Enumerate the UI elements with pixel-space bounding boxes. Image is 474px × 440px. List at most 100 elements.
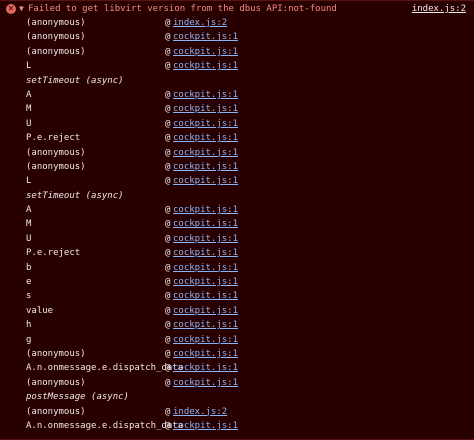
stack-trace: (anonymous) @ index.js:2 (anonymous) @ cockpi… — [0, 16, 474, 433]
at-symbol: @ — [165, 262, 171, 273]
at-symbol: @ — [165, 32, 171, 43]
stack-frame-row: U @ cockpit.js:1 — [0, 232, 474, 246]
function-name: (anonymous) — [26, 46, 86, 57]
stack-frame-row: P.e.reject @ cockpit.js:1 — [0, 131, 474, 145]
function-name: (anonymous) — [26, 406, 86, 417]
at-symbol: @ — [165, 89, 171, 100]
source-link[interactable]: cockpit.js:1 — [173, 30, 238, 44]
function-name: b — [26, 262, 32, 273]
source-link[interactable]: index.js:2 — [173, 405, 227, 419]
source-link[interactable]: cockpit.js:1 — [173, 203, 238, 217]
source-link[interactable]: cockpit.js:1 — [173, 419, 238, 433]
stack-frame-row: M @ cockpit.js:1 — [0, 102, 474, 116]
stack-frame-row: L @ cockpit.js:1 — [0, 174, 474, 188]
stack-frame-row: L @ cockpit.js:1 — [0, 59, 474, 73]
function-name: (anonymous) — [26, 18, 86, 28]
function-name: (anonymous) — [26, 32, 86, 43]
function-name: M — [26, 104, 32, 115]
stack-frame-row: (anonymous) @ index.js:2 — [0, 405, 474, 419]
source-link[interactable]: cockpit.js:1 — [173, 59, 238, 73]
stack-frame-row: A.n.onmessage.e.dispatch_data @ cockpit.js… — [0, 361, 474, 375]
source-link[interactable]: cockpit.js:1 — [173, 102, 238, 116]
async-label: setTimeout (async) — [26, 190, 124, 201]
function-name: U — [26, 118, 32, 129]
function-name: A.n.onmessage.e.dispatch_data — [26, 420, 184, 431]
source-link[interactable]: cockpit.js:1 — [173, 131, 238, 145]
error-source-link[interactable]: index.js:2 — [412, 3, 466, 15]
source-link[interactable]: cockpit.js:1 — [173, 333, 238, 347]
error-message-text: Failed to get libvirt version from the d… — [28, 4, 337, 14]
function-name: L — [26, 176, 32, 187]
stack-frame-row: M @ cockpit.js:1 — [0, 217, 474, 231]
function-name: A.n.onmessage.e.dispatch_data — [26, 363, 184, 374]
source-link[interactable]: cockpit.js:1 — [173, 275, 238, 289]
async-separator-row: postMessage (async) — [0, 390, 474, 404]
source-link[interactable]: cockpit.js:1 — [173, 174, 238, 188]
function-name: (anonymous) — [26, 377, 86, 388]
at-symbol: @ — [165, 133, 171, 144]
at-symbol: @ — [165, 348, 171, 359]
stack-frame-row: (anonymous) @ cockpit.js:1 — [0, 146, 474, 160]
at-symbol: @ — [165, 161, 171, 172]
stack-frame-row: e @ cockpit.js:1 — [0, 275, 474, 289]
source-link[interactable]: cockpit.js:1 — [173, 45, 238, 59]
function-name: P.e.reject — [26, 248, 81, 259]
source-link[interactable]: cockpit.js:1 — [173, 361, 238, 375]
at-symbol: @ — [165, 377, 171, 388]
function-name: U — [26, 233, 32, 244]
at-symbol: @ — [165, 406, 171, 417]
at-symbol: @ — [165, 420, 171, 431]
console-error-message: ✕ ▼ Failed to get libvirt version from t… — [0, 0, 474, 440]
source-link[interactable]: cockpit.js:1 — [173, 376, 238, 390]
stack-frame-row: P.e.reject @ cockpit.js:1 — [0, 246, 474, 260]
function-name: L — [26, 61, 32, 72]
source-link[interactable]: cockpit.js:1 — [173, 318, 238, 332]
stack-frame-row: b @ cockpit.js:1 — [0, 261, 474, 275]
source-link[interactable]: cockpit.js:1 — [173, 217, 238, 231]
source-link[interactable]: index.js:2 — [173, 16, 227, 30]
stack-frame-row: (anonymous) @ cockpit.js:1 — [0, 347, 474, 361]
function-name: value — [26, 305, 54, 316]
function-name: (anonymous) — [26, 161, 86, 172]
source-link[interactable]: cockpit.js:1 — [173, 304, 238, 318]
at-symbol: @ — [165, 176, 171, 187]
source-link[interactable]: cockpit.js:1 — [173, 146, 238, 160]
stack-frame-row: (anonymous) @ index.js:2 — [0, 16, 474, 30]
at-symbol: @ — [165, 305, 171, 316]
source-link[interactable]: cockpit.js:1 — [173, 88, 238, 102]
expand-triangle-icon[interactable]: ▼ — [19, 3, 27, 15]
stack-frame-row: g @ cockpit.js:1 — [0, 333, 474, 347]
at-symbol: @ — [165, 334, 171, 345]
at-symbol: @ — [165, 18, 171, 28]
source-link[interactable]: cockpit.js:1 — [173, 117, 238, 131]
function-name: h — [26, 320, 32, 331]
stack-frame-row: s @ cockpit.js:1 — [0, 289, 474, 303]
at-symbol: @ — [165, 104, 171, 115]
source-link[interactable]: cockpit.js:1 — [173, 261, 238, 275]
at-symbol: @ — [165, 118, 171, 129]
function-name: P.e.reject — [26, 133, 81, 144]
async-separator-row: setTimeout (async) — [0, 74, 474, 88]
at-symbol: @ — [165, 233, 171, 244]
at-symbol: @ — [165, 248, 171, 259]
at-symbol: @ — [165, 205, 171, 216]
source-link[interactable]: cockpit.js:1 — [173, 232, 238, 246]
stack-frame-row: (anonymous) @ cockpit.js:1 — [0, 160, 474, 174]
source-link[interactable]: cockpit.js:1 — [173, 347, 238, 361]
error-x-icon: ✕ — [6, 4, 16, 14]
at-symbol: @ — [165, 219, 171, 230]
function-name: g — [26, 334, 32, 345]
stack-frame-row: A @ cockpit.js:1 — [0, 88, 474, 102]
stack-frame-row: U @ cockpit.js:1 — [0, 117, 474, 131]
error-header[interactable]: ✕ ▼ Failed to get libvirt version from t… — [0, 1, 474, 17]
at-symbol: @ — [165, 147, 171, 158]
source-link[interactable]: cockpit.js:1 — [173, 160, 238, 174]
source-link[interactable]: cockpit.js:1 — [173, 289, 238, 303]
at-symbol: @ — [165, 46, 171, 57]
stack-frame-row: A @ cockpit.js:1 — [0, 203, 474, 217]
at-symbol: @ — [165, 61, 171, 72]
function-name: e — [26, 277, 32, 288]
source-link[interactable]: cockpit.js:1 — [173, 246, 238, 260]
function-name: (anonymous) — [26, 348, 86, 359]
stack-frame-row: (anonymous) @ cockpit.js:1 — [0, 376, 474, 390]
